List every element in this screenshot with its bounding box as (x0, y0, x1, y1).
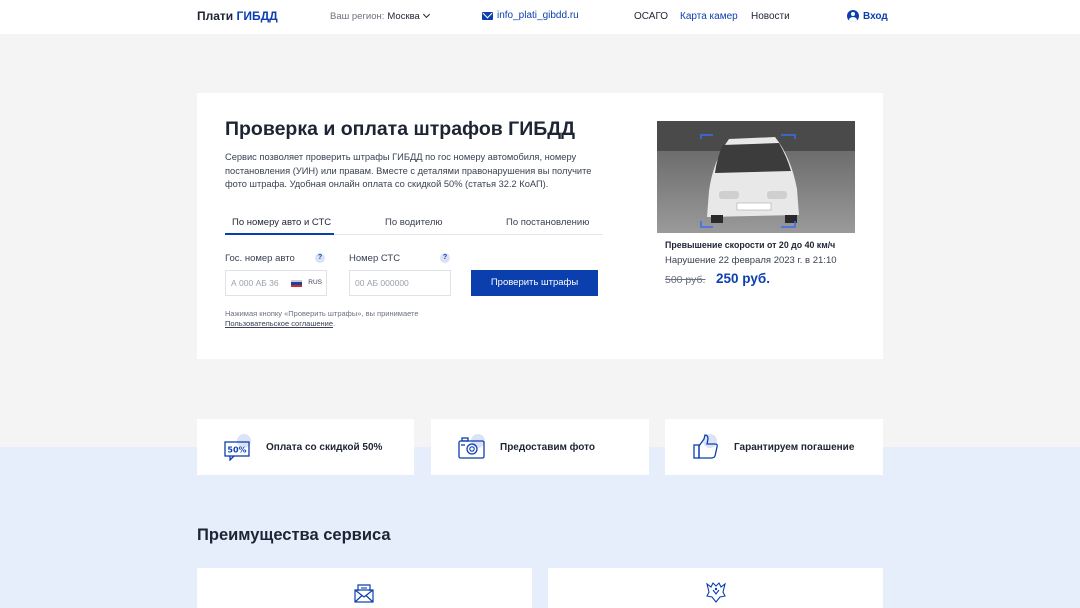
login-label: Вход (863, 10, 888, 22)
agreement-note-end: . (333, 319, 336, 328)
plate-help-icon[interactable]: ? (315, 253, 325, 263)
nav-news[interactable]: Новости (751, 11, 790, 22)
region-selector[interactable]: Ваш регион: Москва (330, 10, 430, 22)
active-tab-indicator (225, 233, 334, 235)
chevron-down-icon (422, 10, 430, 19)
russia-flag-icon (291, 280, 302, 287)
check-fines-button[interactable]: Проверить штрафы (471, 270, 598, 296)
user-agreement-link[interactable]: Пользовательское соглашение (225, 319, 333, 328)
sts-label: Номер СТС (349, 253, 401, 264)
nav-osago[interactable]: ОСАГО (634, 11, 668, 22)
feature-guarantee: Гарантируем погашение (665, 419, 883, 475)
login-button[interactable]: Вход (847, 10, 888, 22)
site-logo[interactable]: Плати ГИБДД (197, 9, 278, 23)
violation-title: Превышение скорости от 20 до 40 км/ч (665, 240, 836, 250)
email-link[interactable]: info_plati_gibdd.ru (482, 10, 579, 21)
thumbs-up-icon (693, 434, 718, 459)
plate-placeholder: А 000 АБ 36 (231, 278, 279, 288)
feature-discount: 50% Оплата со скидкой 50% (197, 419, 414, 475)
agreement-note-text: Нажимая кнопку «Проверить штрафы», вы пр… (225, 309, 419, 318)
svg-text:50%: 50% (227, 446, 246, 455)
logo-accent-text: ГИБДД (236, 9, 278, 23)
discounted-price: 250 руб. (716, 271, 770, 286)
camera-photo-image (657, 121, 855, 233)
nav-camera-map[interactable]: Карта камер (680, 11, 738, 22)
fine-check-card: Проверка и оплата штрафов ГИБДД Сервис п… (197, 93, 883, 359)
email-text: info_plati_gibdd.ru (497, 10, 579, 21)
mail-icon (482, 11, 493, 20)
advantage-card-2 (548, 568, 883, 608)
feature-photo: Предоставим фото (431, 419, 649, 475)
envelope-icon (354, 584, 374, 603)
plate-region-code: RUS (308, 279, 322, 286)
advantage-card-1 (197, 568, 532, 608)
user-icon (847, 10, 859, 22)
tab-by-decree[interactable]: По постановлению (506, 217, 589, 228)
header: Плати ГИБДД Ваш регион: Москва info_plati… (0, 0, 1080, 34)
emblem-icon (706, 582, 726, 603)
sts-help-icon[interactable]: ? (440, 253, 450, 263)
plate-input[interactable]: А 000 АБ 36 RUS (225, 270, 327, 296)
feature-guarantee-text: Гарантируем погашение (734, 441, 855, 453)
sts-input[interactable]: 00 АБ 000000 (349, 270, 451, 296)
tab-by-driver[interactable]: По водителю (385, 217, 443, 228)
feature-photo-text: Предоставим фото (500, 441, 596, 453)
feature-discount-text: Оплата со скидкой 50% (266, 441, 383, 453)
region-city: Москва (387, 11, 420, 22)
service-description: Сервис позволяет проверить штрафы ГИБДД … (225, 152, 592, 189)
violation-date: Нарушение 22 февраля 2023 г. в 21:10 (665, 255, 837, 266)
page-title: Проверка и оплата штрафов ГИБДД (225, 118, 576, 140)
discount-50-icon: 50% (224, 434, 251, 461)
search-tabs: По номеру авто и СТС По водителю По пост… (225, 207, 603, 235)
tab-by-plate[interactable]: По номеру авто и СТС (232, 217, 331, 228)
old-price: 500 руб. (665, 274, 706, 286)
region-label: Ваш регион: (330, 11, 385, 22)
agreement-note: Нажимая кнопку «Проверить штрафы», вы пр… (225, 309, 425, 329)
logo-text: Плати (197, 9, 234, 23)
plate-label: Гос. номер авто (225, 253, 295, 264)
sts-placeholder: 00 АБ 000000 (355, 278, 409, 288)
advantages-title: Преимущества сервиса (197, 526, 391, 544)
camera-icon (458, 434, 485, 459)
